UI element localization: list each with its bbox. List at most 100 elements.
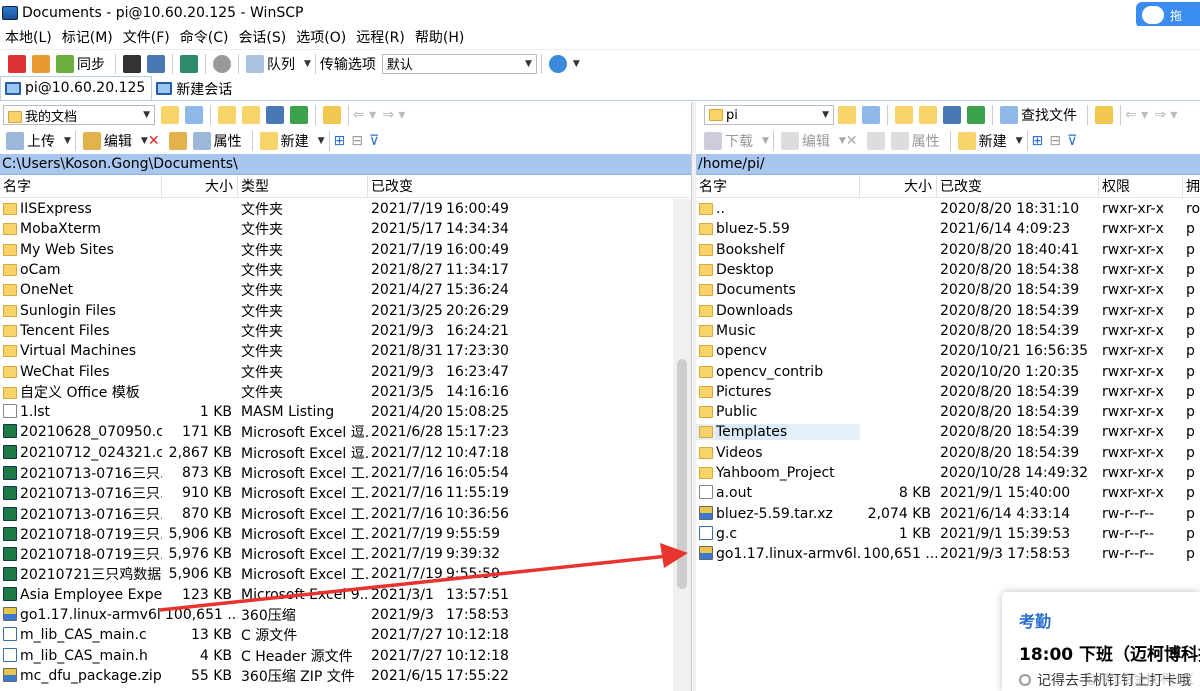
scrollbar-thumb[interactable] — [677, 359, 687, 589]
chevron-down-icon[interactable]: ▼ — [839, 136, 846, 146]
file-row[interactable]: oCam 文件夹 2021/8/27 11:34:17 — [0, 260, 691, 280]
file-row[interactable]: MobaXterm 文件夹 2021/5/17 14:34:34 — [0, 219, 691, 239]
putty-icon[interactable] — [147, 54, 165, 73]
file-row[interactable]: IISExpress 文件夹 2021/7/19 16:00:49 — [0, 199, 691, 219]
file-row[interactable]: Downloads 2020/8/20 18:54:39 rwxr-xr-x p — [696, 300, 1200, 320]
open-folder-icon[interactable] — [838, 106, 856, 124]
column-name[interactable]: 名字 — [696, 176, 860, 198]
column-size[interactable]: 大小 — [162, 176, 238, 198]
menu-item[interactable]: 命令(C) — [175, 27, 234, 47]
column-rights[interactable]: 权限 — [1099, 176, 1183, 198]
file-row[interactable]: Bookshelf 2020/8/20 18:40:41 rwxr-xr-x p — [696, 240, 1200, 260]
synchronize-icon[interactable] — [56, 54, 74, 73]
file-row[interactable]: WeChat Files 文件夹 2021/9/3 16:23:47 — [0, 361, 691, 381]
forward-icon[interactable]: ⇒ ▾ — [382, 107, 405, 123]
file-row[interactable]: Templates 2020/8/20 18:54:39 rwxr-xr-x p — [696, 422, 1200, 442]
tab-new-session[interactable]: 新建会话 — [152, 77, 238, 100]
file-row[interactable]: 自定义 Office 模板 文件夹 2021/3/5 14:16:16 — [0, 382, 691, 402]
upload-button[interactable]: 上传 — [27, 131, 55, 151]
column-name[interactable]: 名字 — [0, 176, 162, 198]
file-row[interactable]: mc_dfu_package.zip 55 KB 360压缩 ZIP 文件 2021/… — [0, 666, 691, 686]
file-row[interactable]: 20210721三只鸡数据... 5,906 KB Microsoft Excel … — [0, 564, 691, 584]
properties-icon[interactable] — [890, 132, 909, 150]
terminal-icon[interactable] — [123, 54, 141, 73]
file-row[interactable]: Music 2020/8/20 18:54:39 rwxr-xr-x p — [696, 321, 1200, 341]
file-row[interactable]: 20210628_070950.c... 171 KB Microsoft Exce… — [0, 422, 691, 442]
back-icon[interactable]: ⇐ ▾ — [1125, 107, 1148, 123]
select-filter-icon[interactable]: ⊽ — [369, 133, 379, 149]
file-row[interactable]: Yahboom_Project 2020/10/28 14:49:32 rwxr-x… — [696, 463, 1200, 483]
file-row[interactable]: 20210713-0716三只... 870 KB Microsoft Excel … — [0, 503, 691, 523]
menu-item[interactable]: 会话(S) — [233, 27, 291, 47]
rename-icon[interactable] — [168, 132, 187, 150]
download-icon[interactable] — [704, 132, 722, 150]
chevron-down-icon[interactable]: ▼ — [304, 59, 311, 69]
file-row[interactable]: Pictures 2020/8/20 18:54:39 rwxr-xr-x p — [696, 382, 1200, 402]
file-row[interactable]: bluez-5.59 2021/6/14 4:09:23 rwxr-xr-x p — [696, 219, 1200, 239]
file-row[interactable]: go1.17.linux-armv6l.... 100,651 ... 2021/9… — [696, 544, 1200, 564]
filter-icon[interactable] — [862, 106, 880, 124]
file-row[interactable]: Sunlogin Files 文件夹 2021/3/25 20:26:29 — [0, 300, 691, 320]
chevron-down-icon[interactable]: ▼ — [573, 59, 580, 69]
menu-item[interactable]: 文件(F) — [118, 27, 175, 47]
file-row[interactable]: 20210713-0716三只... 873 KB Microsoft Excel … — [0, 463, 691, 483]
new-button[interactable]: 新建 — [979, 131, 1007, 151]
local-location-select[interactable]: 我的文档 ▼ — [3, 105, 155, 125]
edit-button[interactable]: 编辑 — [802, 131, 830, 151]
edit-icon[interactable] — [780, 132, 799, 150]
edit-button[interactable]: 编辑 — [104, 131, 132, 151]
file-row[interactable]: opencv_contrib 2020/10/20 1:20:35 rwxr-xr-… — [696, 361, 1200, 381]
sync-browse-icon[interactable] — [32, 54, 50, 73]
column-modified[interactable]: 已改变 — [937, 176, 1099, 198]
file-row[interactable]: opencv 2020/10/21 16:56:35 rwxr-xr-x p — [696, 341, 1200, 361]
parent-dir-icon[interactable] — [218, 106, 236, 124]
cloud-drag-button[interactable]: 拖 — [1136, 2, 1200, 28]
refresh-session-icon[interactable] — [180, 54, 198, 73]
file-row[interactable]: My Web Sites 文件夹 2021/7/19 16:00:49 — [0, 240, 691, 260]
file-row[interactable]: Videos 2020/8/20 18:54:39 rwxr-xr-x p — [696, 443, 1200, 463]
select-filter-icon[interactable]: ⊽ — [1067, 133, 1077, 149]
file-row[interactable]: Virtual Machines 文件夹 2021/8/31 17:23:30 — [0, 341, 691, 361]
file-row[interactable]: .. 2020/8/20 18:31:10 rwxr-xr-x ro — [696, 199, 1200, 219]
new-folder-icon[interactable] — [259, 132, 278, 150]
menu-item[interactable]: 标记(M) — [57, 27, 118, 47]
tree-toggle-icon[interactable] — [323, 106, 341, 124]
back-icon[interactable]: ⇐ ▾ — [353, 107, 376, 123]
menu-item[interactable]: 本地(L) — [0, 27, 57, 47]
home-icon[interactable] — [266, 106, 284, 124]
file-row[interactable]: Desktop 2020/8/20 18:54:38 rwxr-xr-x p — [696, 260, 1200, 280]
file-row[interactable]: 20210712_024321.c... 2,867 KB Microsoft Ex… — [0, 443, 691, 463]
file-row[interactable]: g.c 1 KB 2021/9/1 15:39:53 rw-r--r-- p — [696, 524, 1200, 544]
file-row[interactable]: 1.lst 1 KB MASM Listing 2021/4/20 15:08:25 — [0, 402, 691, 422]
file-row[interactable]: m_lib_CAS_main.c 13 KB C 源文件 2021/7/27 10:12… — [0, 625, 691, 645]
forward-icon[interactable]: ⇒ ▾ — [1154, 107, 1177, 123]
menu-item[interactable]: 帮助(H) — [410, 27, 469, 47]
file-row[interactable]: m_lib_CAS_main.h 4 KB C Header 源文件 2021/7/2… — [0, 646, 691, 666]
tree-toggle-icon[interactable] — [1095, 106, 1113, 124]
column-modified[interactable]: 已改变 — [368, 176, 672, 198]
file-row[interactable]: 20210713-0716三只... 910 KB Microsoft Excel … — [0, 483, 691, 503]
globe-icon[interactable] — [548, 54, 567, 73]
compare-icon[interactable] — [8, 54, 26, 73]
menu-item[interactable]: 远程(R) — [351, 27, 410, 47]
file-row[interactable]: go1.17.linux-armv6l....100,651 ...360压缩 2… — [0, 605, 691, 625]
root-dir-icon[interactable] — [242, 106, 260, 124]
refresh-icon[interactable] — [967, 106, 985, 124]
file-row[interactable]: Documents 2020/8/20 18:54:39 rwxr-xr-x p — [696, 280, 1200, 300]
chevron-down-icon[interactable]: ▼ — [762, 136, 769, 146]
file-row[interactable]: OneNet 文件夹 2021/4/27 15:36:24 — [0, 280, 691, 300]
properties-icon[interactable] — [192, 132, 211, 150]
file-row[interactable]: Asia Employee Expe... 123 KB Microsoft Exc… — [0, 585, 691, 605]
remote-location-select[interactable]: pi ▼ — [704, 105, 834, 125]
refresh-icon[interactable] — [290, 106, 308, 124]
chevron-down-icon[interactable]: ▼ — [64, 136, 71, 146]
properties-button[interactable]: 属性 — [912, 131, 940, 151]
new-button[interactable]: 新建 — [281, 131, 309, 151]
file-row[interactable]: Public 2020/8/20 18:54:39 rwxr-xr-x p — [696, 402, 1200, 422]
file-row[interactable]: 20210718-0719三只... 5,906 KB Microsoft Exce… — [0, 524, 691, 544]
plus-icon[interactable]: ⊞ — [1032, 133, 1044, 149]
file-row[interactable]: 20210718-0719三只... 5,976 KB Microsoft Exce… — [0, 544, 691, 564]
new-folder-icon[interactable] — [957, 132, 976, 150]
root-dir-icon[interactable] — [919, 106, 937, 124]
chevron-down-icon[interactable]: ▼ — [141, 136, 148, 146]
